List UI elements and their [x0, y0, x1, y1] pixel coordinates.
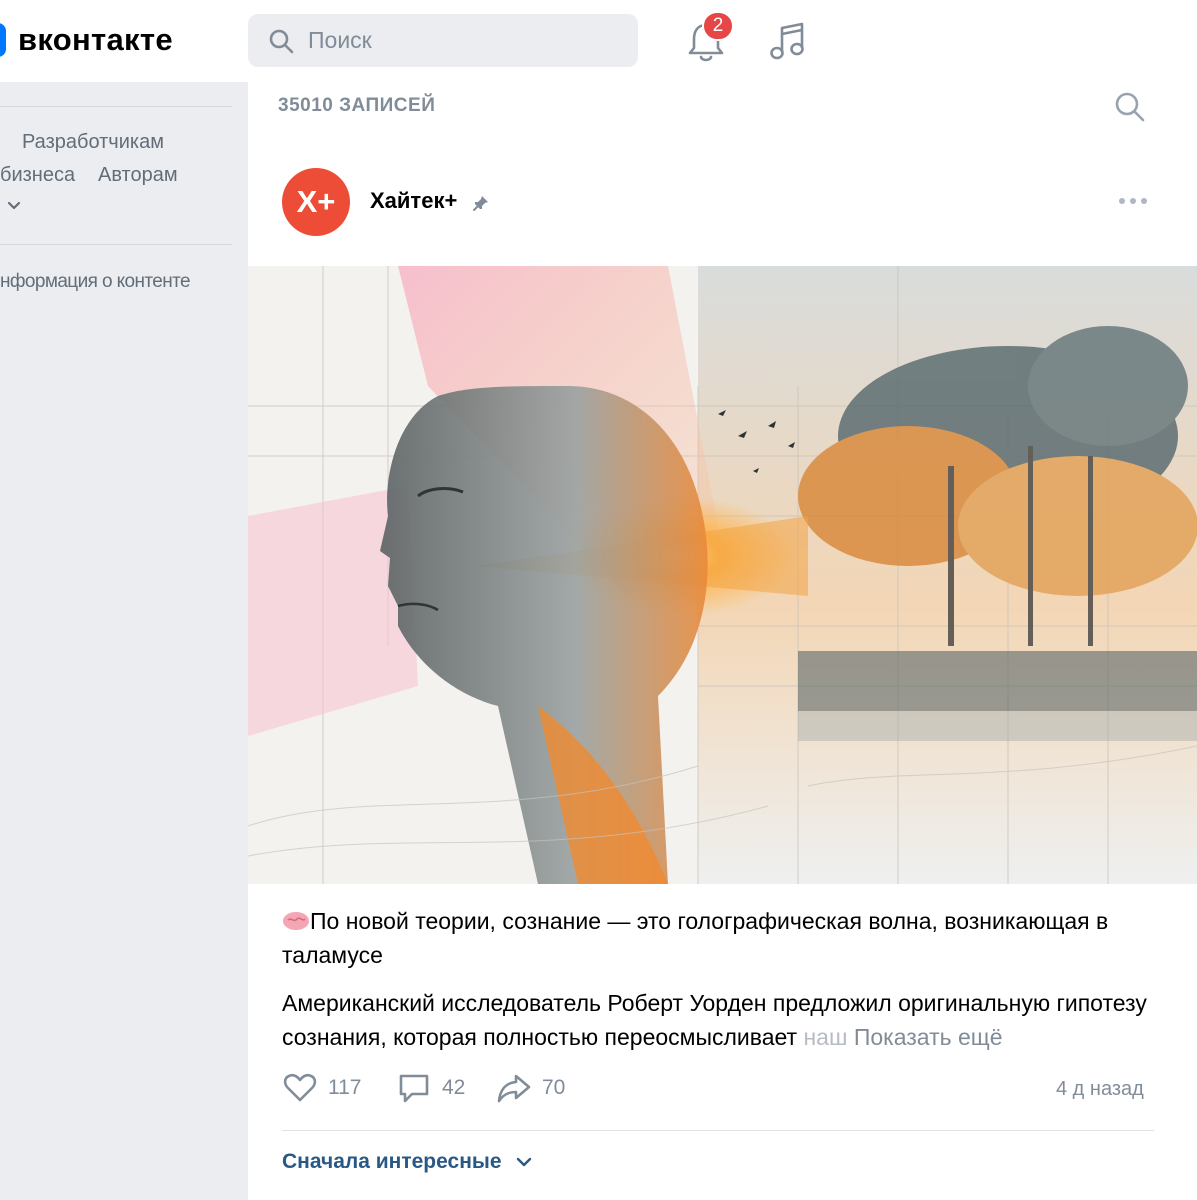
post-body: Американский исследователь Роберт Уорден…	[282, 986, 1162, 1054]
post-illustration	[248, 266, 1197, 884]
notification-badge: 2	[702, 11, 734, 41]
search-icon[interactable]	[1113, 90, 1147, 124]
divider	[282, 1130, 1154, 1131]
top-header: вконтакте 2	[0, 0, 1197, 82]
logo-text: вконтакте	[18, 22, 173, 57]
search-input[interactable]	[308, 27, 608, 54]
post-time[interactable]: 4 д назад	[1056, 1078, 1144, 1101]
search-icon	[269, 29, 294, 53]
show-more-link[interactable]: Показать ещё	[854, 1024, 1003, 1050]
music-icon[interactable]	[767, 20, 807, 62]
vk-logo-mark	[0, 23, 6, 57]
author-avatar[interactable]: Х+	[282, 168, 350, 236]
chevron-down-icon	[516, 1157, 531, 1167]
comment-icon	[399, 1074, 429, 1103]
wall-card: 35010 ЗАПИСЕЙ Х+ Хайтек+ По новой теории…	[248, 82, 1197, 1200]
more-icon[interactable]	[1118, 196, 1148, 206]
sort-label: Сначала интересные	[282, 1150, 502, 1173]
share-button[interactable]: 70	[496, 1070, 565, 1106]
pin-icon	[473, 196, 488, 211]
sort-dropdown[interactable]: Сначала интересные	[282, 1150, 534, 1174]
footer-link-content-info[interactable]: нформация о контенте	[0, 271, 191, 293]
footer-link-business[interactable]: бизнеса	[0, 164, 75, 187]
sidebar-divider	[0, 106, 232, 107]
comment-button[interactable]: 42	[396, 1070, 465, 1106]
footer-link-authors[interactable]: Авторам	[98, 164, 178, 187]
post-title-text: По новой теории, сознание — это голограф…	[282, 908, 1109, 968]
post-title: По новой теории, сознание — это голограф…	[282, 904, 1162, 972]
post-body-text: Американский исследователь Роберт Уорден…	[282, 990, 1147, 1050]
author-name[interactable]: Хайтек+	[370, 188, 457, 214]
records-count: 35010 ЗАПИСЕЙ	[278, 95, 436, 116]
like-count: 117	[328, 1076, 362, 1099]
footer-link-developers[interactable]: Разработчикам	[22, 131, 164, 154]
post-body-fade: наш	[803, 1024, 848, 1050]
brain-icon	[283, 912, 309, 930]
sidebar-divider	[0, 244, 232, 245]
post-image[interactable]	[248, 266, 1197, 884]
like-button[interactable]: 117	[282, 1070, 361, 1106]
share-icon	[497, 1074, 531, 1103]
comment-count: 42	[442, 1076, 466, 1099]
search-box[interactable]	[248, 14, 638, 67]
chevron-down-icon[interactable]	[6, 199, 22, 213]
vk-logo[interactable]: вконтакте	[0, 22, 173, 58]
share-count: 70	[542, 1076, 566, 1099]
heart-icon	[283, 1073, 317, 1102]
